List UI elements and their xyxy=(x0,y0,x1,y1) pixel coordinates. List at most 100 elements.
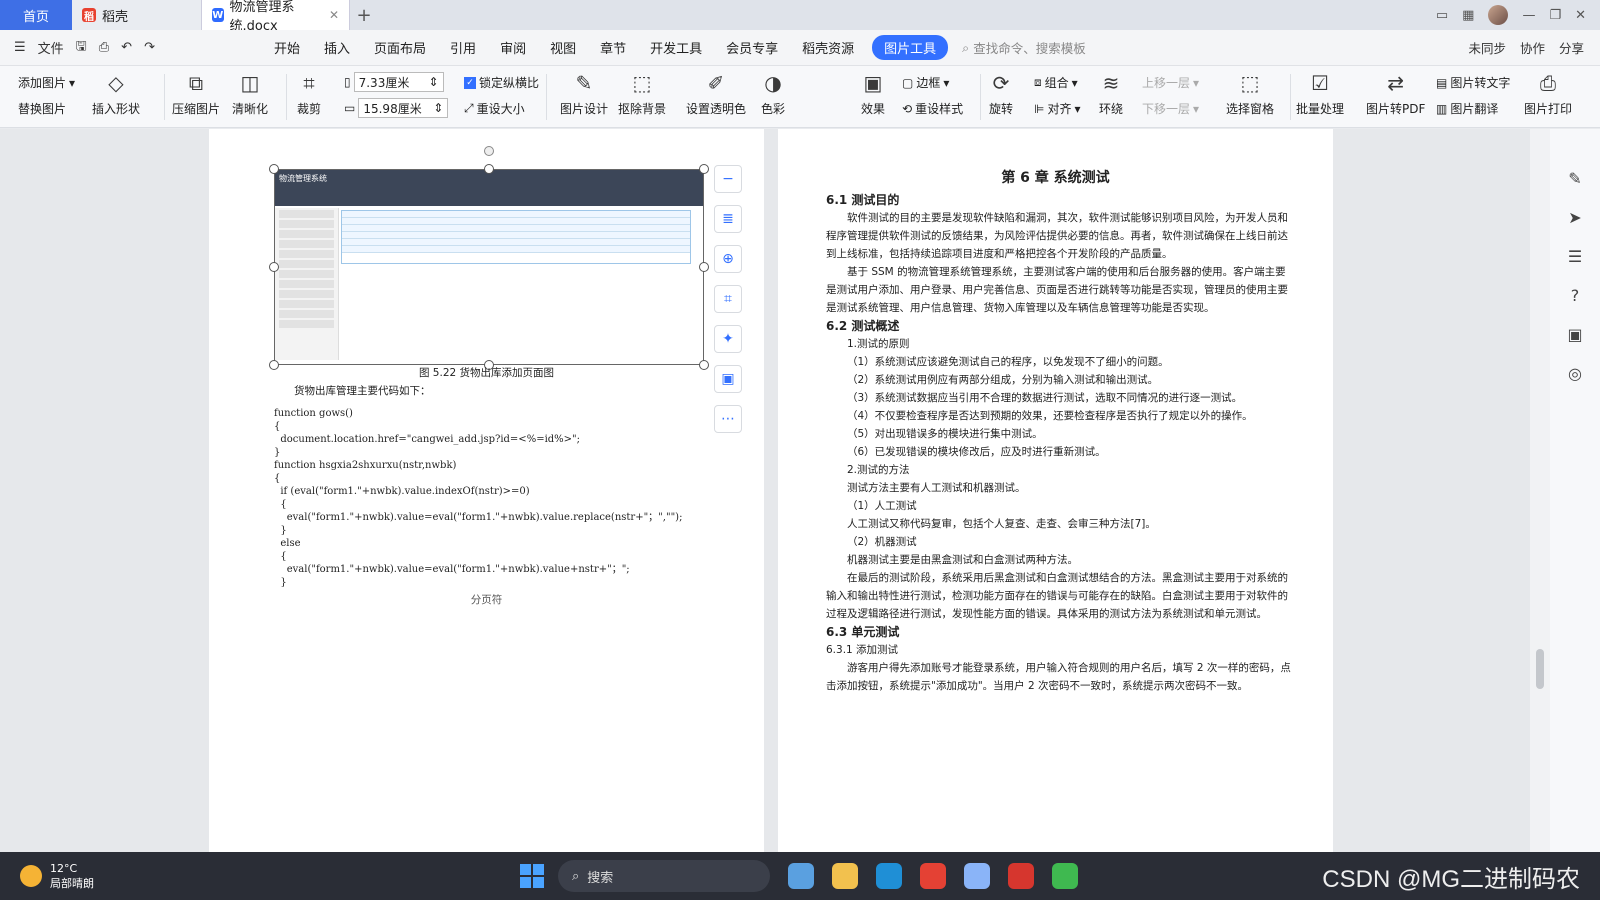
compass-icon[interactable]: ◎ xyxy=(1568,364,1582,383)
menu-chapter[interactable]: 章节 xyxy=(588,38,638,57)
remove-bg-button[interactable]: ⬚ 抠除背景 xyxy=(618,70,666,117)
crop-button[interactable]: ⌗ 裁剪 xyxy=(296,70,322,117)
print-icon[interactable]: ⎙ xyxy=(99,40,109,55)
lock-ratio-checkbox[interactable]: ✓ 锁定纵横比 xyxy=(464,74,539,91)
add-image-button[interactable]: 添加图片 ▾ xyxy=(18,74,75,91)
resize-handle[interactable] xyxy=(484,164,494,174)
close-window-icon[interactable]: ✕ xyxy=(1575,8,1586,23)
translate-button[interactable]: ▥ 图片翻译 xyxy=(1436,100,1498,117)
batch-button[interactable]: ☑ 批量处理 xyxy=(1296,70,1344,117)
scroll-thumb[interactable] xyxy=(1536,649,1544,689)
resize-handle[interactable] xyxy=(269,262,279,272)
chrome-icon[interactable] xyxy=(920,863,946,889)
pen-icon[interactable]: ✎ xyxy=(1568,169,1581,188)
bring-forward-button[interactable]: 上移一层 ▾ xyxy=(1142,74,1199,91)
sharpen-button[interactable]: ◫ 清晰化 xyxy=(232,70,268,117)
explorer-icon[interactable] xyxy=(832,863,858,889)
file-menu[interactable]: 文件 xyxy=(38,38,64,57)
crop-icon[interactable]: ⌗ xyxy=(714,285,742,313)
wps-icon[interactable] xyxy=(1008,863,1034,889)
hamburger-icon[interactable]: ☰ xyxy=(14,40,26,55)
tab-daoke[interactable]: 稻 稻壳 xyxy=(72,0,202,30)
selected-image[interactable]: 物流管理系统 xyxy=(269,146,709,370)
color-button[interactable]: ◑ 色彩 xyxy=(760,70,786,117)
more-icon[interactable]: ⋯ xyxy=(714,405,742,433)
command-search[interactable]: ⌕ 查找命令、搜索模板 xyxy=(962,38,1086,57)
menu-resources[interactable]: 稻壳资源 xyxy=(790,38,866,57)
image-tools-ribbon: 添加图片 ▾ 替换图片 ◇ 插入形状 ⧉ 压缩图片 ◫ 清晰化 ⌗ 裁剪 ▯ 7.33厘米… xyxy=(0,66,1600,128)
resize-handle[interactable] xyxy=(699,262,709,272)
border-button[interactable]: ▢ 边框 ▾ xyxy=(902,74,949,91)
zoom-out-icon[interactable]: − xyxy=(714,165,742,193)
sync-status[interactable]: 未同步 xyxy=(1468,38,1506,57)
store-icon[interactable] xyxy=(788,863,814,889)
avatar[interactable] xyxy=(1488,5,1509,25)
select-pane-button[interactable]: ⬚ 选择窗格 xyxy=(1226,70,1274,117)
menu-member[interactable]: 会员专享 xyxy=(714,38,790,57)
to-pdf-button[interactable]: ⇄ 图片转PDF xyxy=(1366,70,1425,117)
width-input[interactable]: 7.33厘米 ⇕ xyxy=(353,72,444,92)
layout-options-icon[interactable]: ≣ xyxy=(714,205,742,233)
layout-icon[interactable]: ▭ xyxy=(1436,8,1448,23)
list-item xyxy=(279,300,334,308)
zoom-in-icon[interactable]: ⊕ xyxy=(714,245,742,273)
list-item: （2）系统测试用例应有两部分组成，分别为输入测试和输出测试。 xyxy=(847,374,1159,386)
send-backward-button[interactable]: 下移一层 ▾ xyxy=(1142,100,1199,117)
reset-style-button[interactable]: ⟲ 重设样式 xyxy=(902,100,963,117)
menu-review[interactable]: 审阅 xyxy=(488,38,538,57)
sliders-icon[interactable]: ☰ xyxy=(1568,247,1582,266)
menu-start[interactable]: 开始 xyxy=(262,38,312,57)
restore-icon[interactable]: ❐ xyxy=(1549,8,1561,23)
image-design-button[interactable]: ✎ 图片设计 xyxy=(560,70,608,117)
save-icon[interactable]: 🖫 xyxy=(76,37,87,59)
stepper-icon[interactable]: ⇕ xyxy=(433,101,443,115)
edge-icon[interactable] xyxy=(876,863,902,889)
height-input[interactable]: 15.98厘米 ⇕ xyxy=(358,98,449,118)
help-icon[interactable]: ? xyxy=(1571,286,1580,305)
preview-icon[interactable]: ▣ xyxy=(714,365,742,393)
menu-image-tools[interactable]: 图片工具 xyxy=(872,35,949,60)
bring-forward-label: 上移一层 xyxy=(1142,76,1191,90)
menu-reference[interactable]: 引用 xyxy=(438,38,488,57)
reset-size-button[interactable]: ⤢ 重设大小 xyxy=(464,100,525,117)
close-icon[interactable]: ✕ xyxy=(329,8,339,22)
grid-icon[interactable]: ▦ xyxy=(1462,8,1474,23)
vertical-scrollbar[interactable] xyxy=(1530,129,1550,852)
effects-button[interactable]: ▣ 效果 xyxy=(860,70,886,117)
wrap-button[interactable]: ≋ 环绕 xyxy=(1098,70,1124,117)
transparent-button[interactable]: ✐ 设置透明色 xyxy=(686,70,746,117)
resize-handle[interactable] xyxy=(699,164,709,174)
bulb-icon[interactable]: ✦ xyxy=(714,325,742,353)
resize-handle[interactable] xyxy=(269,164,279,174)
share-button[interactable]: 分享 xyxy=(1559,38,1584,57)
minimize-icon[interactable]: — xyxy=(1522,8,1535,23)
compress-button[interactable]: ⧉ 压缩图片 xyxy=(172,70,220,117)
windows-start-icon[interactable] xyxy=(520,864,544,888)
image-print-button[interactable]: ⎙ 图片打印 xyxy=(1524,70,1572,117)
menu-view[interactable]: 视图 xyxy=(538,38,588,57)
to-text-button[interactable]: ▤ 图片转文字 xyxy=(1436,74,1510,91)
redo-icon[interactable]: ↷ xyxy=(144,40,155,55)
replace-image-button[interactable]: 替换图片 xyxy=(18,100,66,117)
new-tab-button[interactable]: + xyxy=(350,0,378,30)
menu-insert[interactable]: 插入 xyxy=(312,38,362,57)
rotate-handle[interactable] xyxy=(484,146,494,156)
menu-developer[interactable]: 开发工具 xyxy=(638,38,714,57)
undo-icon[interactable]: ↶ xyxy=(121,40,132,55)
menu-layout[interactable]: 页面布局 xyxy=(362,38,438,57)
wechat-icon[interactable] xyxy=(1052,863,1078,889)
image-icon[interactable]: ▣ xyxy=(1567,325,1582,344)
group-button[interactable]: ⧈ 组合 ▾ xyxy=(1034,74,1078,91)
weather-widget[interactable]: 12°C 局部晴朗 xyxy=(0,862,520,891)
cursor-icon[interactable]: ➤ xyxy=(1568,208,1581,227)
rotate-button[interactable]: ⟳ 旋转 xyxy=(988,70,1014,117)
taskbar-search[interactable]: ⌕ 搜索 xyxy=(558,860,770,892)
insert-shape-button[interactable]: ◇ 插入形状 xyxy=(92,70,140,117)
stepper-icon[interactable]: ⇕ xyxy=(429,75,439,89)
tab-document[interactable]: W 物流管理系统.docx ✕ xyxy=(202,0,350,34)
document-canvas[interactable]: 物流管理系统 图 5.22 货物出库添加页面图 货物出库管理主要代码如下： fu… xyxy=(0,129,1532,852)
app-icon[interactable] xyxy=(964,863,990,889)
align-button[interactable]: ⊫ 对齐 ▾ xyxy=(1034,100,1081,117)
collab-button[interactable]: 协作 xyxy=(1520,38,1545,57)
tab-home[interactable]: 首页 xyxy=(0,0,72,30)
